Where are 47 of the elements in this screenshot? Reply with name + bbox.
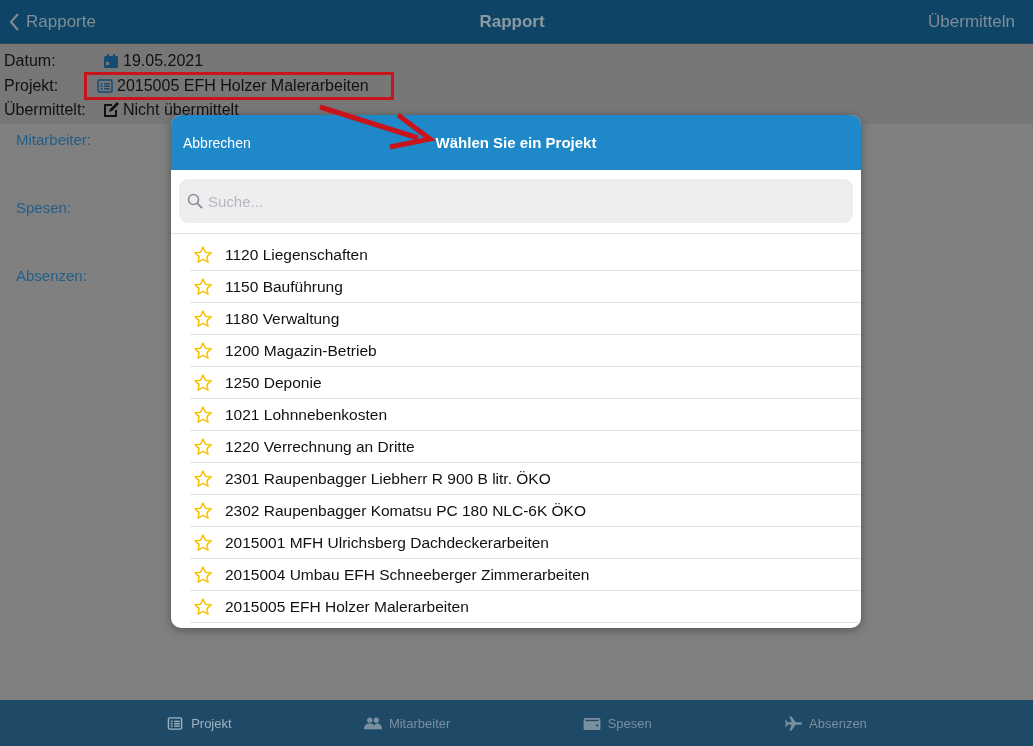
value-text: 2015005 EFH Holzer Malerarbeiten xyxy=(117,76,369,95)
tab[interactable]: Projekt xyxy=(158,711,240,735)
field-label: Projekt: xyxy=(4,76,60,95)
project-list-item[interactable]: 1120 Liegenschaften xyxy=(190,239,861,271)
project-name: 1220 Verrechnung an Dritte xyxy=(225,437,415,456)
project-name: 2301 Raupenbagger Liebherr R 900 B litr. ÖKO xyxy=(225,469,551,488)
project-name: 1150 Bauführung xyxy=(225,277,343,296)
list-icon xyxy=(166,715,185,731)
project-list-item[interactable]: 2301 Raupenbagger Liebherr R 900 B litr. ÖKO xyxy=(190,463,861,495)
project-list-item[interactable]: 2302 Raupenbagger Komatsu PC 180 NLC-6K ÖKO xyxy=(190,495,861,527)
section-label: Spesen: xyxy=(16,199,72,216)
project-list-item[interactable]: 1220 Verrechnung an Dritte xyxy=(190,431,861,463)
project-list-item[interactable]: 1200 Magazin-Betrieb xyxy=(190,335,861,367)
plane-icon xyxy=(784,715,802,731)
project-list-item[interactable]: 1150 Bauführung xyxy=(190,271,861,303)
project-name: 2015001 MFH Ulrichsberg Dachdeckerarbeiten xyxy=(225,533,549,552)
people-icon xyxy=(363,715,382,731)
value-text: 19.05.2021 xyxy=(123,52,204,71)
cancel-button[interactable]: Abbrechen xyxy=(171,134,263,151)
project-name: 1200 Magazin-Betrieb xyxy=(225,341,377,360)
project-name: 1021 Lohnnebenkosten xyxy=(225,405,388,424)
project-list-item[interactable]: 2015004 Umbau EFH Schneeberger Zimmerarbeiten xyxy=(190,559,861,591)
project-name: 2015004 Umbau EFH Schneeberger Zimmerarbeiten xyxy=(225,565,590,584)
list-icon xyxy=(97,77,113,94)
search-icon xyxy=(187,193,203,209)
field-label: Datum: xyxy=(4,52,57,71)
section-label: Mitarbeiter: xyxy=(16,131,92,148)
project-list-item[interactable]: 2015005 EFH Holzer Malerarbeiten xyxy=(190,591,861,623)
project-name: 1180 Verwaltung xyxy=(225,309,340,328)
calendar-icon xyxy=(103,53,119,70)
field-label: Übermittelt: xyxy=(4,101,87,120)
section-label: Absenzen: xyxy=(16,267,87,284)
value-text: Nicht übermittelt xyxy=(123,101,239,120)
project-list-item[interactable]: 1250 Deponie xyxy=(190,367,861,399)
back-label: Rapporte xyxy=(26,11,96,32)
project-list-item[interactable]: 1180 Verwaltung xyxy=(190,303,861,335)
project-name: 2302 Raupenbagger Komatsu PC 180 NLC-6K ÖKO xyxy=(225,501,587,520)
screen-title: Rapport xyxy=(479,11,545,32)
project-list-item[interactable]: 1021 Lohnnebenkosten xyxy=(190,399,861,431)
project-name: 1120 Liegenschaften xyxy=(225,245,368,264)
chevron-left-icon xyxy=(10,12,20,31)
wallet-icon xyxy=(582,715,601,731)
edit-icon xyxy=(103,102,119,119)
project-name: 1250 Deponie xyxy=(225,373,322,392)
project-list-item[interactable]: 2015001 MFH Ulrichsberg Dachdeckerarbeiten xyxy=(190,527,861,559)
dialog-title: Wählen Sie ein Projekt xyxy=(435,134,597,151)
project-name: 2015005 EFH Holzer Malerarbeiten xyxy=(225,597,469,616)
